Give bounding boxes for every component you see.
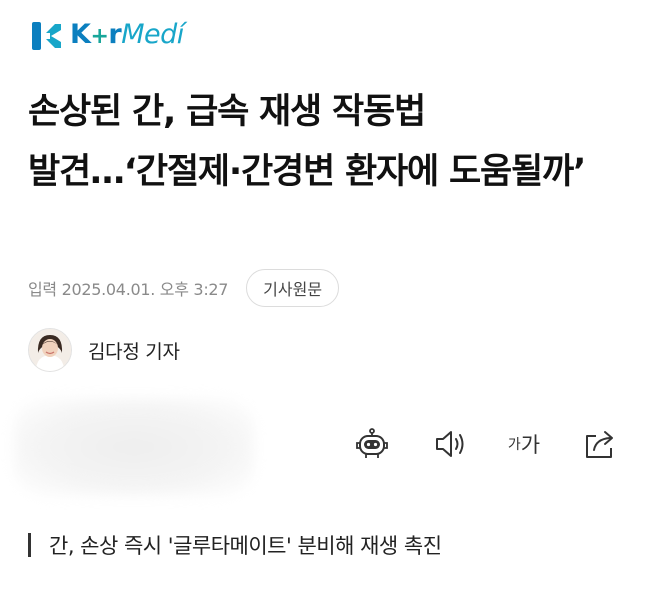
font-size-button[interactable]: 가가 (502, 424, 546, 464)
logo-medi: Medí (121, 19, 184, 50)
speaker-icon (433, 429, 467, 459)
logo-wordmark: K+rMedí (70, 15, 184, 57)
article-subheading: 간, 손상 즉시 '글루타메이트' 분비해 재생 촉진 (28, 528, 442, 562)
text-to-speech-button[interactable] (430, 424, 470, 464)
share-button[interactable] (580, 424, 620, 464)
robot-icon (355, 427, 389, 461)
article-meta: 입력 2025.04.01. 오후 3:27 기사원문 (28, 267, 340, 309)
logo-letter-k: K (70, 19, 91, 50)
reporter-avatar (28, 328, 72, 372)
font-size-small-glyph: 가 (507, 437, 521, 453)
subheading-bar (28, 533, 31, 557)
blurred-region (14, 398, 254, 496)
share-icon (583, 428, 617, 460)
publish-date: 입력 2025.04.01. 오후 3:27 (28, 280, 229, 299)
logo-letter-r: r (108, 19, 122, 50)
article-headline: 손상된 간, 급속 재생 작동법 발견…‘간절제·간경변 환자에 도움될까’ (28, 92, 586, 192)
subheading-text: 간, 손상 즉시 '글루타메이트' 분비해 재생 촉진 (49, 534, 442, 558)
reporter-name: 김다정 기자 (88, 340, 180, 363)
ai-summary-button[interactable] (352, 424, 392, 464)
logo-plus: + (90, 24, 109, 49)
original-article-button[interactable]: 기사원문 (246, 269, 340, 307)
font-size-large-glyph: 가 (520, 433, 541, 457)
reporter-info[interactable]: 김다정 기자 (28, 327, 180, 373)
kormedi-logo-icon (28, 18, 64, 54)
kormedi-logo[interactable]: K+rMedí (28, 16, 184, 56)
